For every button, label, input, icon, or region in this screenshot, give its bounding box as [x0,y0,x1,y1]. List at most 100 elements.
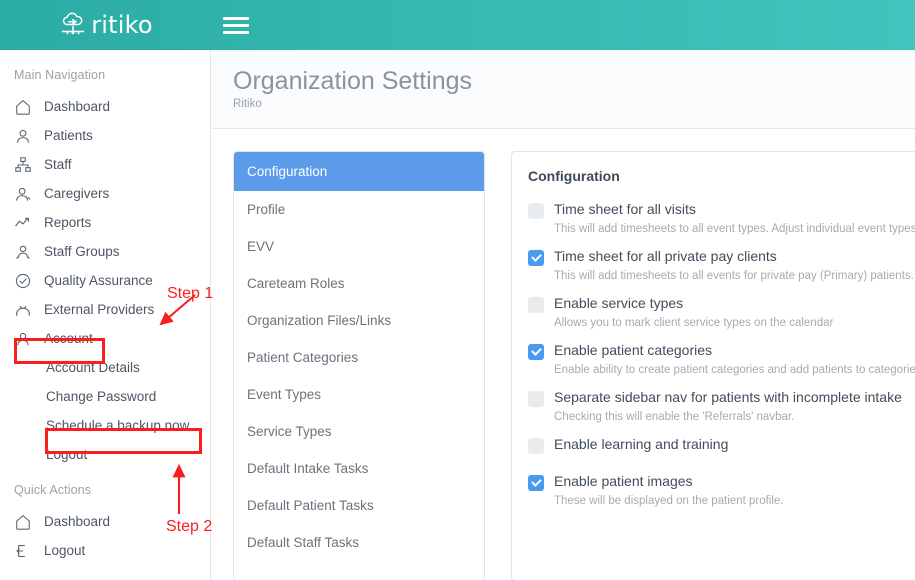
account-user-icon [14,330,32,348]
providers-icon [14,301,32,319]
config-option-description: This will add timesheets to all event ty… [554,223,915,235]
config-option-label: Separate sidebar nav for patients with i… [554,389,902,405]
tab-label: Default Intake Tasks [247,461,368,476]
tab-careteam-roles[interactable]: Careteam Roles [234,265,484,302]
sidebar-item-reports[interactable]: Reports [0,208,210,237]
home-icon [14,513,32,531]
sidebar-item-external-providers[interactable]: External Providers [0,295,210,324]
user-icon [14,127,32,145]
brand-name: ritiko [91,13,153,37]
sidebar-section-main-navigation: Main Navigation [0,50,210,92]
cloud-network-logo-icon [58,12,88,38]
configuration-panel-title: Configuration [528,168,915,184]
configuration-panel: Configuration Time sheet for all visits … [511,151,915,580]
sidebar-item-label: Patients [44,128,93,143]
sidebar-item-staff-groups[interactable]: Staff Groups [0,237,210,266]
sidebar-section-quick-actions: Quick Actions [0,469,210,507]
sidebar-item-label: Account [44,331,93,346]
tab-label: Patient Categories [247,350,358,365]
config-option-description: This will add timesheets to all events f… [554,270,915,282]
main-content: Organization Settings Ritiko Configurati… [211,50,915,580]
app-root: ritiko Main Navigation Dashboard Patient… [0,0,915,580]
sidebar-item-quality-assurance[interactable]: Quality Assurance [0,266,210,295]
logout-icon [14,542,32,560]
tab-profile[interactable]: Profile [234,191,484,228]
page-header: Organization Settings Ritiko [211,50,915,129]
sidebar-item-staff[interactable]: Staff [0,150,210,179]
tab-label: Configuration [247,164,327,179]
config-option-description: Enable ability to create patient categor… [554,364,915,376]
org-chart-icon [14,156,32,174]
checkbox-separate-sidebar-nav[interactable] [528,391,544,407]
config-option-label: Enable patient images [554,473,693,489]
config-option-enable-patient-categories: Enable patient categories Enable ability… [528,342,915,376]
tab-default-staff-tasks[interactable]: Default Staff Tasks [234,524,484,561]
checkbox-time-sheet-for-all-private-pay-clients[interactable] [528,250,544,266]
checkbox-enable-learning-and-training[interactable] [528,438,544,454]
quick-action-dashboard[interactable]: Dashboard [0,507,210,536]
tab-label: Event Types [247,387,321,402]
sidebar-item-account[interactable]: Account [0,324,210,353]
sidebar-item-label: Caregivers [44,186,109,201]
line-chart-icon [14,214,32,232]
tab-label: Profile [247,202,285,217]
tab-label: Organization Files/Links [247,313,391,328]
sidebar-subitem-account-details[interactable]: Account Details [0,353,210,382]
tab-default-intake-tasks[interactable]: Default Intake Tasks [234,450,484,487]
config-option-label: Enable learning and training [554,436,728,452]
top-bar: ritiko [0,0,915,50]
tab-configuration[interactable]: Configuration [234,152,484,191]
sidebar-item-label: Reports [44,215,91,230]
config-option-time-sheet-for-all-visits: Time sheet for all visits This will add … [528,201,915,235]
tab-label: Careteam Roles [247,276,345,291]
config-option-separate-sidebar-nav-for-patients-with-incomplete-intake: Separate sidebar nav for patients with i… [528,389,915,423]
tab-default-patient-tasks[interactable]: Default Patient Tasks [234,487,484,524]
sidebar-subitem-schedule-a-backup-now[interactable]: Schedule a backup now [0,411,210,440]
sidebar-item-caregivers[interactable]: Caregivers [0,179,210,208]
sidebar-item-label: Staff [44,157,72,172]
config-option-label: Time sheet for all visits [554,201,696,217]
quick-action-label: Dashboard [44,514,110,529]
home-icon [14,98,32,116]
config-option-label: Enable service types [554,295,683,311]
tab-organization-files-links[interactable]: Organization Files/Links [234,302,484,339]
sidebar-subitem-change-password[interactable]: Change Password [0,382,210,411]
checkbox-time-sheet-for-all-visits[interactable] [528,203,544,219]
tab-event-types[interactable]: Event Types [234,376,484,413]
sidebar-subitem-label: Logout [46,447,87,462]
brand-logo[interactable]: ritiko [0,0,211,50]
sidebar-item-patients[interactable]: Patients [0,121,210,150]
user-group-icon [14,243,32,261]
settings-tab-list: Configuration Profile EVV Careteam Roles… [233,151,485,580]
tab-evv[interactable]: EVV [234,228,484,265]
hamburger-menu-icon[interactable] [223,12,249,38]
tab-service-types[interactable]: Service Types [234,413,484,450]
user-care-icon [14,185,32,203]
sidebar-subitem-label: Account Details [46,360,140,375]
sidebar-item-dashboard[interactable]: Dashboard [0,92,210,121]
checkbox-enable-service-types[interactable] [528,297,544,313]
tab-label: Service Types [247,424,332,439]
quick-action-label: Logout [44,543,85,558]
config-option-enable-service-types: Enable service types Allows you to mark … [528,295,915,329]
config-option-enable-patient-images: Enable patient images These will be disp… [528,473,915,507]
settings-content: Configuration Profile EVV Careteam Roles… [211,129,915,580]
config-option-label: Enable patient categories [554,342,712,358]
checkbox-enable-patient-categories[interactable] [528,344,544,360]
tab-label: Default Patient Tasks [247,498,374,513]
checkbox-enable-patient-images[interactable] [528,475,544,491]
page-subtitle: Ritiko [233,98,915,110]
config-option-time-sheet-for-all-private-pay-clients: Time sheet for all private pay clients T… [528,248,915,282]
sidebar-subitem-logout[interactable]: Logout [0,440,210,469]
quick-action-logout[interactable]: Logout [0,536,210,565]
sidebar-item-label: External Providers [44,302,154,317]
sidebar-subitem-label: Schedule a backup now [46,418,189,433]
tab-patient-categories[interactable]: Patient Categories [234,339,484,376]
sidebar: Main Navigation Dashboard Patients Staff [0,50,211,580]
config-option-description: Allows you to mark client service types … [554,317,915,329]
sidebar-item-label: Dashboard [44,99,110,114]
config-option-enable-learning-and-training: Enable learning and training [528,436,915,454]
config-option-description: Checking this will enable the 'Referrals… [554,411,915,423]
sidebar-item-label: Quality Assurance [44,273,153,288]
check-circle-icon [14,272,32,290]
